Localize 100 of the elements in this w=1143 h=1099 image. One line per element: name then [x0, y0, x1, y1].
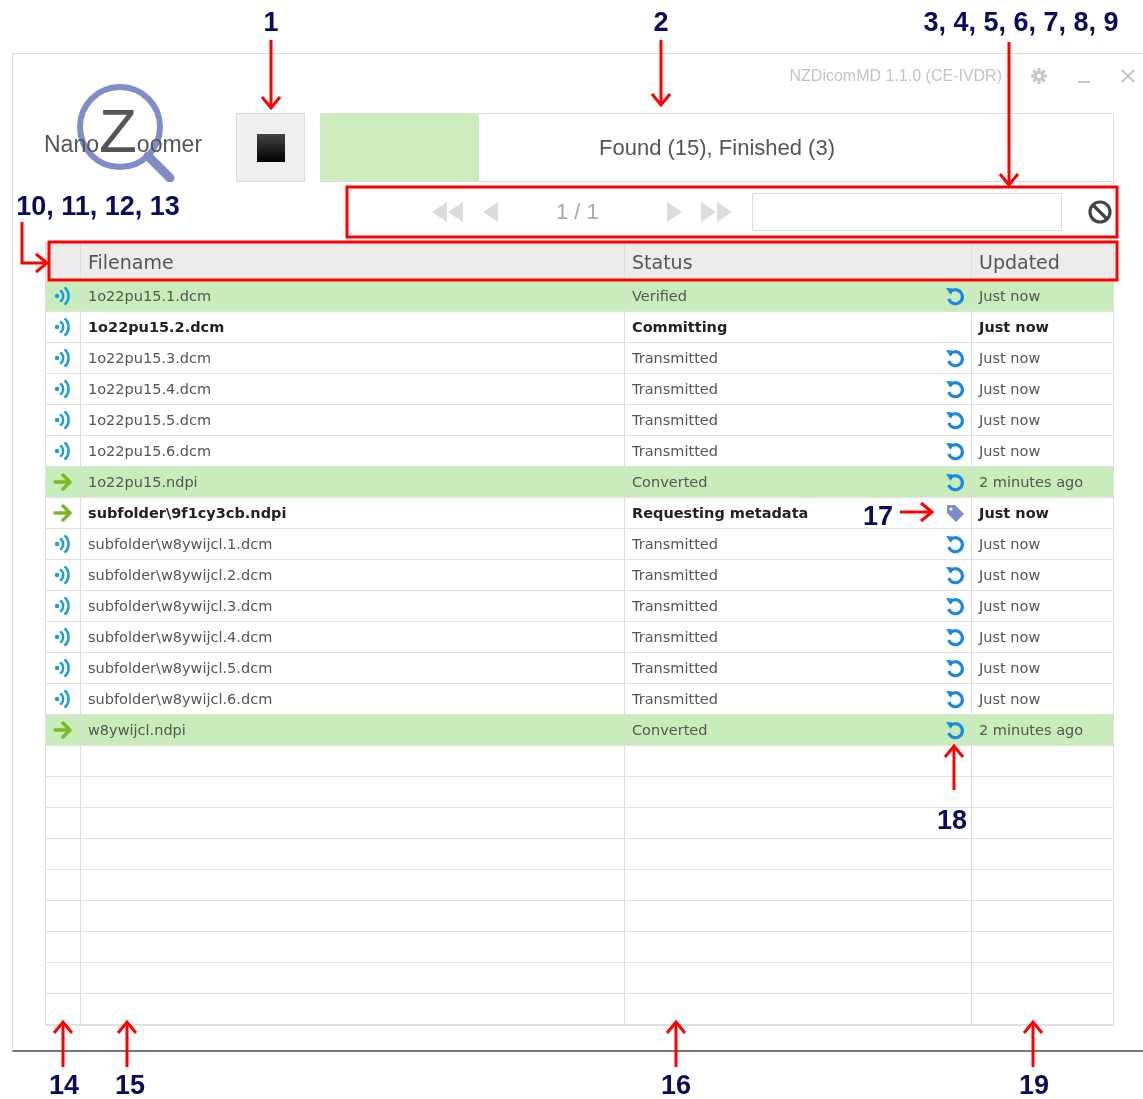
- table-cell: Just now: [979, 381, 1041, 397]
- stop-button[interactable]: [236, 113, 305, 182]
- table-cell: Converted: [632, 722, 708, 738]
- callout-number: 3, 4, 5, 6, 7, 8, 9: [923, 6, 1119, 38]
- table-cell: subfolder\w8ywijcl.1.dcm: [88, 536, 273, 552]
- callout-number: 10, 11, 12, 13: [16, 190, 180, 222]
- signal-icon: [53, 627, 73, 647]
- callout-number: 19: [1019, 1069, 1049, 1099]
- signal-icon: [53, 565, 73, 585]
- table-cell: 1o22pu15.ndpi: [88, 474, 198, 490]
- column-header[interactable]: Status: [625, 243, 972, 281]
- retry-icon[interactable]: [945, 379, 965, 399]
- signal-icon: [53, 286, 73, 306]
- table-cell: Transmitted: [632, 412, 718, 428]
- page-indicator: 1 / 1: [556, 199, 600, 225]
- table-cell: subfolder\w8ywijcl.4.dcm: [88, 629, 273, 645]
- retry-icon[interactable]: [945, 689, 965, 709]
- table-cell: subfolder\9f1cy3cb.ndpi: [88, 505, 287, 521]
- table-row[interactable]: subfolder\w8ywijcl.3.dcm Transmitted Just now: [46, 591, 1113, 622]
- table-cell: Just now: [979, 443, 1041, 459]
- retry-icon[interactable]: [945, 658, 965, 678]
- table-row[interactable]: 1o22pu15.3.dcm Transmitted Just now: [46, 343, 1113, 374]
- callout-arrow: [943, 743, 965, 790]
- signal-icon: [53, 379, 73, 399]
- table-cell: Just now: [979, 598, 1041, 614]
- table-row[interactable]: subfolder\w8ywijcl.1.dcm Transmitted Just now: [46, 529, 1113, 560]
- column-header[interactable]: Updated: [972, 243, 1113, 281]
- column-header[interactable]: Filename: [81, 243, 625, 281]
- table-row[interactable]: 1o22pu15.5.dcm Transmitted Just now: [46, 405, 1113, 436]
- signal-icon: [53, 348, 73, 368]
- table-row[interactable]: 1o22pu15.1.dcm Verified Just now: [46, 281, 1113, 312]
- table-cell: subfolder\w8ywijcl.6.dcm: [88, 691, 273, 707]
- signal-icon: [53, 410, 73, 430]
- signal-icon: [53, 317, 73, 337]
- retry-icon[interactable]: [945, 472, 965, 492]
- table-cell: Committing: [632, 319, 728, 335]
- table-cell: Transmitted: [632, 598, 718, 614]
- table-cell: Transmitted: [632, 660, 718, 676]
- table-cell: Just now: [979, 629, 1041, 645]
- callout-arrow: [260, 40, 282, 111]
- table-cell: 1o22pu15.3.dcm: [88, 350, 212, 366]
- callout-number: 17: [863, 500, 893, 532]
- table-cell: Transmitted: [632, 350, 718, 366]
- callout-arrow: [116, 1019, 138, 1067]
- table-cell: subfolder\w8ywijcl.3.dcm: [88, 598, 273, 614]
- table-cell: subfolder\w8ywijcl.5.dcm: [88, 660, 273, 676]
- table-row[interactable]: 1o22pu15.ndpi Converted 2 minutes ago: [46, 467, 1113, 498]
- table-cell: Transmitted: [632, 629, 718, 645]
- table-cell: Just now: [979, 536, 1041, 552]
- table-row[interactable]: 1o22pu15.4.dcm Transmitted Just now: [46, 374, 1113, 405]
- table-cell: 1o22pu15.6.dcm: [88, 443, 212, 459]
- table-row[interactable]: subfolder\w8ywijcl.5.dcm Transmitted Just now: [46, 653, 1113, 684]
- callout-number: 16: [661, 1069, 691, 1099]
- table-cell: Requesting metadata: [632, 505, 809, 521]
- callout-number: 15: [115, 1069, 145, 1099]
- table-cell: Just now: [979, 567, 1041, 583]
- table-cell: 1o22pu15.4.dcm: [88, 381, 212, 397]
- retry-icon[interactable]: [945, 441, 965, 461]
- retry-icon[interactable]: [945, 596, 965, 616]
- table-cell: Just now: [979, 350, 1041, 366]
- callout-arrow: [20, 222, 50, 274]
- progress-text: Found (15), Finished (3): [599, 134, 835, 161]
- callout-arrow: [650, 40, 672, 108]
- window-title: NZDicomMD 1.1.0 (CE-IVDR): [789, 67, 1002, 85]
- table-cell: subfolder\w8ywijcl.2.dcm: [88, 567, 273, 583]
- table-cell: Just now: [979, 505, 1049, 521]
- clear-icon[interactable]: [1088, 200, 1112, 224]
- search-field[interactable]: [752, 193, 1062, 231]
- callout-arrow: [1022, 1019, 1044, 1067]
- right-arrow-icon: [53, 503, 73, 523]
- signal-icon: [53, 441, 73, 461]
- callout-number: 1: [263, 6, 279, 38]
- signal-icon: [53, 689, 73, 709]
- callout-arrow: [52, 1019, 74, 1067]
- table-cell: 1o22pu15.5.dcm: [88, 412, 212, 428]
- retry-icon[interactable]: [945, 348, 965, 368]
- signal-icon: [53, 534, 73, 554]
- retry-icon[interactable]: [945, 410, 965, 430]
- signal-icon: [53, 658, 73, 678]
- table-cell: Converted: [632, 474, 708, 490]
- retry-icon[interactable]: [945, 286, 965, 306]
- stop-icon: [256, 133, 285, 162]
- retry-icon[interactable]: [945, 627, 965, 647]
- callout-number: 14: [49, 1069, 79, 1099]
- retry-icon[interactable]: [945, 565, 965, 585]
- table-cell: 2 minutes ago: [979, 722, 1084, 738]
- table-cell: Just now: [979, 319, 1049, 335]
- table-cell: Transmitted: [632, 381, 718, 397]
- right-arrow-icon: [53, 472, 73, 492]
- table-row[interactable]: subfolder\w8ywijcl.2.dcm Transmitted Just now: [46, 560, 1113, 591]
- callout-number: 2: [653, 6, 669, 38]
- retry-icon[interactable]: [945, 720, 965, 740]
- table-row[interactable]: subfolder\w8ywijcl.4.dcm Transmitted Just now: [46, 622, 1113, 653]
- table-row[interactable]: w8ywijcl.ndpi Converted 2 minutes ago: [46, 715, 1113, 746]
- table-cell: Transmitted: [632, 567, 718, 583]
- callout-number: 18: [937, 804, 967, 836]
- table-row[interactable]: 1o22pu15.2.dcm Committing Just now: [46, 312, 1113, 343]
- retry-icon[interactable]: [945, 534, 965, 554]
- signal-icon: [53, 596, 73, 616]
- table-cell: Just now: [979, 288, 1041, 304]
